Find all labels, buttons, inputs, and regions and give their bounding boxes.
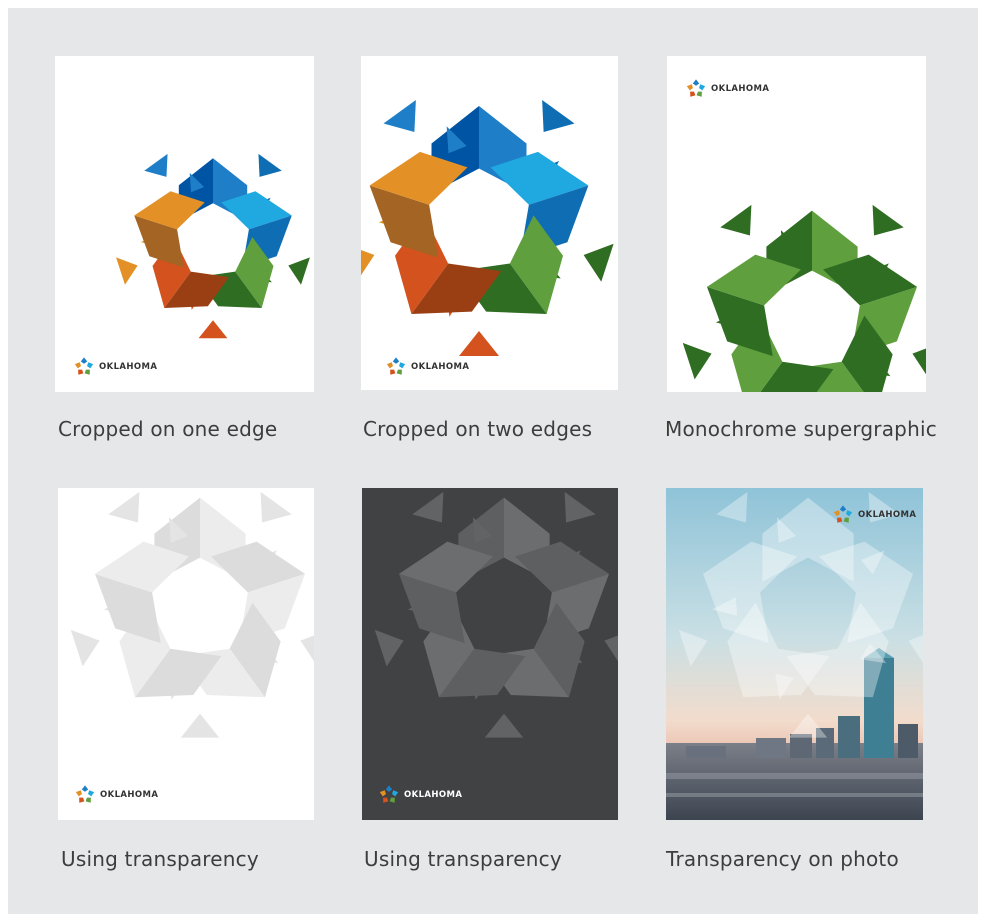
star-shapes xyxy=(70,491,314,738)
star-shapes xyxy=(374,491,618,738)
star-logo-icon xyxy=(386,357,406,375)
star-supergraphic xyxy=(682,204,926,392)
card-cropped-one-edge: OKLAHOMA xyxy=(55,56,314,392)
star-logo-icon xyxy=(833,505,853,523)
star-logo-icon xyxy=(379,785,399,803)
card-transparency-dark: OKLAHOMA xyxy=(362,488,618,820)
card-transparency-white: OKLAHOMA xyxy=(58,488,314,820)
card-transparency-photo: OKLAHOMA xyxy=(666,488,923,820)
oklahoma-logo: OKLAHOMA xyxy=(685,78,769,100)
caption-transparency-photo: Transparency on photo xyxy=(666,847,899,871)
star-shapes xyxy=(361,100,614,356)
logo-wordmark: OKLAHOMA xyxy=(100,790,159,800)
oklahoma-logo: OKLAHOMA xyxy=(385,356,469,378)
city-skyline-photo xyxy=(666,488,923,820)
logo-wordmark: OKLAHOMA xyxy=(99,362,158,372)
caption-transparency-dark: Using transparency xyxy=(364,847,562,871)
caption-transparency-white: Using transparency xyxy=(61,847,259,871)
star-supergraphic xyxy=(116,153,310,339)
caption-cropped-two-edges: Cropped on two edges xyxy=(363,417,593,441)
oklahoma-logo: OKLAHOMA xyxy=(378,784,462,806)
oklahoma-logo: OKLAHOMA xyxy=(73,356,157,378)
star-shapes xyxy=(116,153,310,339)
caption-monochrome: Monochrome supergraphic xyxy=(665,417,937,441)
star-logo-icon xyxy=(75,785,95,803)
logo-wordmark: OKLAHOMA xyxy=(404,790,463,800)
star-shapes xyxy=(682,204,926,392)
star-supergraphic xyxy=(70,491,314,738)
star-supergraphic xyxy=(361,100,614,356)
star-logo-icon xyxy=(686,79,706,97)
caption-cropped-one-edge: Cropped on one edge xyxy=(58,417,278,441)
logo-wordmark: OKLAHOMA xyxy=(711,84,770,94)
logo-wordmark: OKLAHOMA xyxy=(858,510,917,520)
card-monochrome: OKLAHOMA xyxy=(667,56,926,392)
card-cropped-two-edges: OKLAHOMA xyxy=(361,56,618,390)
star-logo-icon xyxy=(74,357,94,375)
logo-wordmark: OKLAHOMA xyxy=(411,362,470,372)
oklahoma-logo: OKLAHOMA xyxy=(74,784,158,806)
oklahoma-logo: OKLAHOMA xyxy=(832,504,916,526)
star-supergraphic xyxy=(374,491,618,738)
